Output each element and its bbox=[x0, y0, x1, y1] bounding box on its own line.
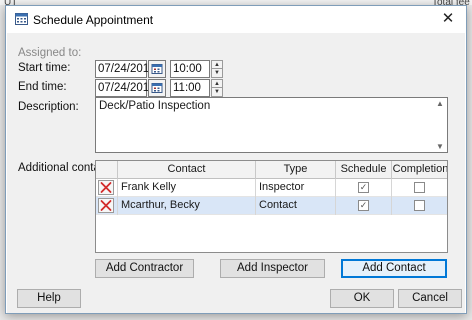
row-delete-cell bbox=[96, 179, 118, 197]
cell-completion bbox=[392, 197, 447, 215]
header-completion[interactable]: Completion bbox=[392, 161, 447, 179]
dialog-titlebar[interactable]: Schedule Appointment ✕ bbox=[6, 6, 466, 33]
add-contact-button[interactable]: Add Contact bbox=[341, 259, 447, 278]
header-type[interactable]: Type bbox=[256, 161, 336, 179]
red-x-delete-icon bbox=[100, 182, 112, 193]
cancel-button[interactable]: Cancel bbox=[398, 289, 462, 308]
end-time-field[interactable]: 11:00 AM bbox=[170, 79, 210, 110]
start-time-field[interactable]: 10:00 AM bbox=[170, 60, 210, 91]
table-header: Contact Type Schedule Completion bbox=[96, 161, 447, 179]
scroll-up-icon[interactable]: ▲ bbox=[433, 99, 447, 108]
cell-schedule: ✓ bbox=[336, 179, 392, 197]
scroll-down-icon[interactable]: ▼ bbox=[433, 142, 447, 151]
header-schedule[interactable]: Schedule bbox=[336, 161, 392, 179]
completion-checkbox[interactable] bbox=[414, 182, 425, 193]
dialog-body: Assigned to: Start time: 07/24/2018 10:0… bbox=[7, 33, 465, 313]
end-time-spinner[interactable]: ▲ ▼ bbox=[211, 79, 223, 97]
schedule-checkbox[interactable]: ✓ bbox=[358, 200, 369, 211]
dialog-title: Schedule Appointment bbox=[33, 13, 154, 27]
description-scrollbar[interactable]: ▲ ▼ bbox=[433, 98, 447, 152]
end-date-field[interactable]: 07/24/2018 bbox=[95, 79, 156, 97]
start-date-picker-button[interactable] bbox=[148, 60, 166, 78]
cell-completion bbox=[392, 179, 447, 197]
end-time-label: End time: bbox=[18, 81, 67, 93]
cell-type: Inspector bbox=[256, 179, 336, 197]
spinner-down-icon[interactable]: ▼ bbox=[212, 69, 222, 77]
table-row[interactable]: Mcarthur, Becky Contact ✓ bbox=[96, 197, 447, 215]
add-inspector-button[interactable]: Add Inspector bbox=[220, 259, 325, 278]
contacts-table: Contact Type Schedule Completion Frank K… bbox=[95, 160, 448, 253]
start-date-field[interactable]: 07/24/2018 bbox=[95, 60, 156, 78]
ok-button[interactable]: OK bbox=[330, 289, 394, 308]
description-text: Deck/Patio Inspection bbox=[99, 100, 211, 112]
close-button[interactable]: ✕ bbox=[436, 8, 460, 30]
end-date-picker-button[interactable] bbox=[148, 79, 166, 97]
header-delete-column bbox=[96, 161, 118, 179]
header-contact[interactable]: Contact bbox=[118, 161, 256, 179]
calendar-icon bbox=[15, 13, 28, 25]
description-textarea[interactable]: Deck/Patio Inspection ▲ ▼ bbox=[95, 97, 448, 153]
schedule-appointment-dialog: Schedule Appointment ✕ Assigned to: Star… bbox=[5, 5, 467, 314]
calendar-icon bbox=[151, 83, 163, 93]
row-delete-cell bbox=[96, 197, 118, 215]
add-contractor-button[interactable]: Add Contractor bbox=[95, 259, 194, 278]
table-row[interactable]: Frank Kelly Inspector ✓ bbox=[96, 179, 447, 197]
delete-row-button[interactable] bbox=[98, 180, 114, 195]
spinner-down-icon[interactable]: ▼ bbox=[212, 88, 222, 96]
schedule-checkbox[interactable]: ✓ bbox=[358, 182, 369, 193]
cell-contact: Mcarthur, Becky bbox=[118, 197, 256, 215]
completion-checkbox[interactable] bbox=[414, 200, 425, 211]
red-x-delete-icon bbox=[100, 200, 112, 211]
cell-type: Contact bbox=[256, 197, 336, 215]
spinner-up-icon[interactable]: ▲ bbox=[212, 61, 222, 69]
cell-contact: Frank Kelly bbox=[118, 179, 256, 197]
help-button[interactable]: Help bbox=[17, 289, 81, 308]
assigned-to-label: Assigned to: bbox=[18, 47, 82, 59]
description-label: Description: bbox=[18, 101, 79, 113]
spinner-up-icon[interactable]: ▲ bbox=[212, 80, 222, 88]
cell-schedule: ✓ bbox=[336, 197, 392, 215]
start-time-spinner[interactable]: ▲ ▼ bbox=[211, 60, 223, 78]
calendar-icon bbox=[151, 64, 163, 74]
start-time-label: Start time: bbox=[18, 62, 71, 74]
delete-row-button[interactable] bbox=[98, 198, 114, 213]
